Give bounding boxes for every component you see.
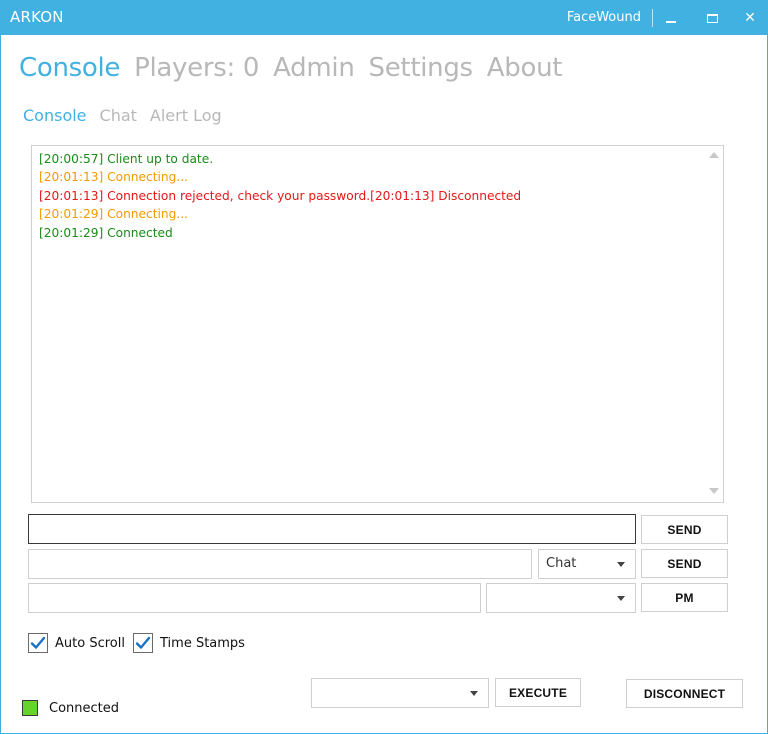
log-line: [20:01:13] Connection rejected, check yo… [39,188,522,203]
tab-admin[interactable]: Admin [273,53,355,93]
connection-status: Connected [22,700,119,716]
command-input[interactable] [28,514,636,544]
close-icon: ✕ [744,10,756,26]
scroll-down-arrow-icon[interactable] [709,488,719,494]
checkmark-icon [135,636,151,649]
execute-command-select[interactable] [311,678,489,708]
maximize-button[interactable] [699,6,725,30]
close-button[interactable]: ✕ [737,6,763,30]
tab-about[interactable]: About [487,53,563,93]
status-indicator-icon [22,700,38,716]
command-send-button[interactable]: SEND [641,515,728,544]
status-text: Connected [49,700,120,716]
log-lines: [20:00:57] Client up to date. [20:01:13]… [39,150,521,242]
checkbox-box[interactable] [28,633,48,653]
chat-channel-value: Chat [546,556,577,571]
pm-send-button[interactable]: PM [641,583,728,612]
tab-console[interactable]: Console [19,53,120,93]
time-stamps-label: Time Stamps [160,635,245,651]
subtab-alert-log[interactable]: Alert Log [150,106,222,125]
window-user-name: FaceWound [566,10,641,25]
checkbox-box[interactable] [133,633,153,653]
chevron-down-icon [470,691,478,696]
pm-recipient-select[interactable] [486,583,636,613]
app-title: ARKON [10,8,64,26]
subtab-chat[interactable]: Chat [100,106,137,125]
chevron-down-icon [617,596,625,601]
log-line: [20:01:29] Connected [39,225,173,240]
chevron-down-icon [617,562,625,567]
checkmark-icon [30,636,46,649]
chat-message-input[interactable] [28,549,532,579]
maximize-icon [706,13,718,23]
time-stamps-checkbox[interactable]: Time Stamps [133,633,245,653]
title-bar-divider [652,9,653,27]
minimize-button[interactable] [658,6,684,30]
main-nav: Console Players: 0 Admin Settings About [19,53,576,93]
log-line: [20:00:57] Client up to date. [39,152,214,166]
auto-scroll-label: Auto Scroll [55,635,125,651]
auto-scroll-checkbox[interactable]: Auto Scroll [28,633,125,653]
disconnect-button[interactable]: DISCONNECT [626,679,743,708]
title-bar[interactable]: ARKON FaceWound ✕ [1,1,767,35]
chat-send-button[interactable]: SEND [641,549,728,578]
log-line: [20:01:13] Connecting... [39,170,188,185]
sub-nav: Console Chat Alert Log [23,106,235,125]
pm-message-input[interactable] [28,583,481,613]
app-window: ARKON FaceWound ✕ Console Players: 0 Adm… [0,0,768,734]
tab-players[interactable]: Players: 0 [134,53,259,93]
subtab-console[interactable]: Console [23,106,87,125]
execute-button[interactable]: EXECUTE [495,678,581,707]
scroll-up-arrow-icon[interactable] [709,152,719,158]
console-log[interactable]: [20:00:57] Client up to date. [20:01:13]… [31,145,724,503]
tab-settings[interactable]: Settings [369,53,474,93]
chat-channel-select[interactable]: Chat [538,549,636,579]
log-line: [20:01:29] Connecting... [39,207,188,222]
minimize-icon [666,21,676,23]
